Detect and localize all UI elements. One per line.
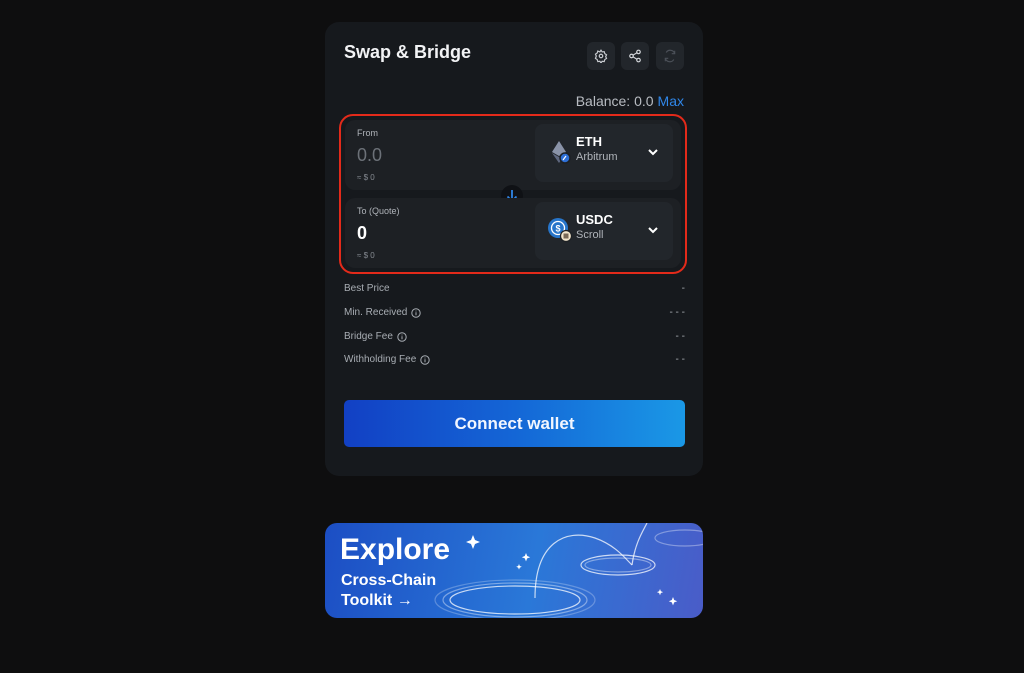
svg-text:$: $: [555, 224, 560, 234]
banner-subtitle: Cross-Chain Toolkit →: [341, 571, 436, 611]
swap-io-box: From 0.0 ≈ $ 0 ETH Arbitrum To (Quote) 0…: [339, 114, 687, 274]
to-token-selector[interactable]: $ USDC Scroll: [535, 202, 673, 260]
info-icon[interactable]: [397, 331, 407, 342]
from-panel: From 0.0 ≈ $ 0 ETH Arbitrum: [345, 120, 681, 190]
detail-label: Best Price: [344, 283, 390, 294]
detail-label: Min. Received: [344, 307, 408, 318]
from-label: From: [357, 128, 378, 138]
detail-value: -: [681, 283, 685, 294]
to-panel: To (Quote) 0 ≈ $ 0 $ USDC Scroll: [345, 198, 681, 268]
from-token-name: ETH: [576, 134, 602, 149]
connect-wallet-button[interactable]: Connect wallet: [344, 400, 685, 447]
chevron-down-icon: [648, 227, 658, 234]
from-usd-value: ≈ $ 0: [357, 173, 375, 182]
from-token-chain: Arbitrum: [576, 151, 618, 163]
detail-value: - - -: [669, 307, 685, 318]
refresh-button[interactable]: [656, 42, 684, 70]
usdc-token-icon: $: [548, 218, 573, 243]
swap-bridge-card: Swap & Bridge Balance: 0.0 Max From 0.0 ≈…: [325, 22, 703, 476]
to-usd-value: ≈ $ 0: [357, 251, 375, 260]
gear-icon: [594, 49, 608, 63]
chevron-down-icon: [648, 149, 658, 156]
info-icon[interactable]: [420, 354, 430, 365]
detail-value: - -: [675, 354, 685, 365]
detail-value: - -: [675, 331, 685, 342]
detail-row-withholding-fee: Withholding Fee - -: [344, 354, 685, 365]
detail-label: Withholding Fee: [344, 354, 417, 365]
from-token-selector[interactable]: ETH Arbitrum: [535, 124, 673, 182]
balance-label: Balance: 0.0: [575, 93, 654, 109]
balance: Balance: 0.0 Max: [576, 93, 684, 109]
to-token-name: USDC: [576, 212, 613, 227]
to-label: To (Quote): [357, 206, 400, 216]
share-button[interactable]: [621, 42, 649, 70]
page-title: Swap & Bridge: [344, 42, 472, 62]
detail-row-bridge-fee: Bridge Fee - -: [344, 331, 685, 342]
detail-row-min-received: Min. Received - - -: [344, 307, 685, 318]
share-icon: [629, 49, 641, 63]
refresh-icon: [664, 49, 676, 63]
to-token-chain: Scroll: [576, 229, 604, 241]
to-amount: 0: [357, 223, 368, 243]
explore-toolkit-banner[interactable]: Explore Cross-Chain Toolkit →: [325, 523, 703, 618]
detail-label: Bridge Fee: [344, 331, 393, 342]
settings-button[interactable]: [587, 42, 615, 70]
info-icon[interactable]: [411, 307, 422, 318]
eth-token-icon: [552, 141, 571, 164]
banner-title: Explore: [340, 533, 451, 566]
max-button[interactable]: Max: [658, 93, 684, 109]
banner-subtitle-line1: Cross-Chain: [341, 572, 437, 589]
from-amount-input[interactable]: 0.0: [357, 145, 382, 166]
banner-subtitle-line2: Toolkit →: [341, 592, 413, 609]
detail-row-best-price: Best Price -: [344, 283, 685, 294]
